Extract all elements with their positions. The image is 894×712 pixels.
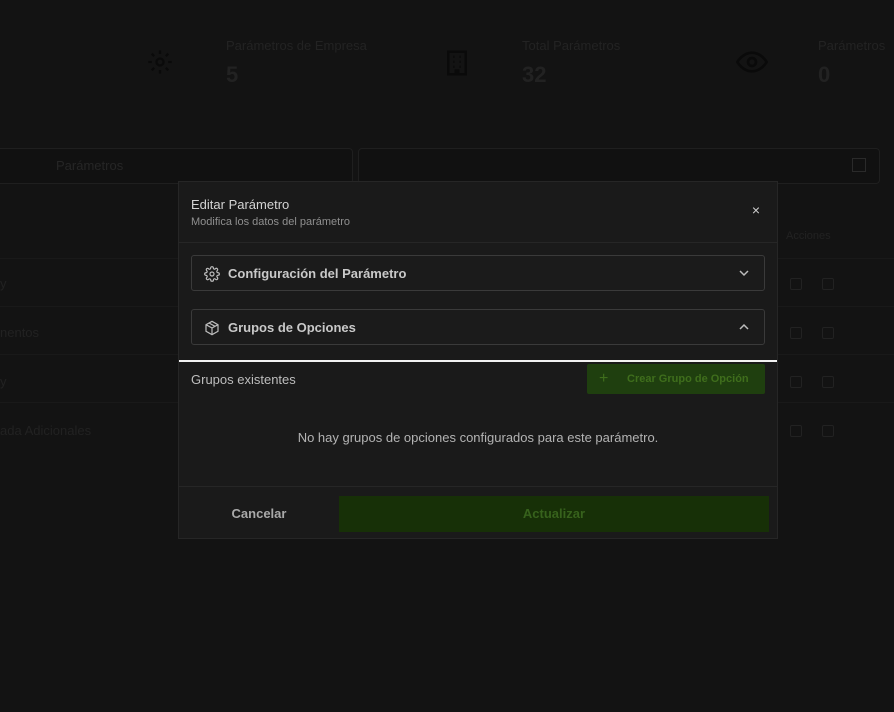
config-accordion[interactable]: Configuración del Parámetro	[191, 255, 765, 291]
stat-label: Parámetros de Empresa	[226, 38, 367, 53]
plus-icon: +	[599, 370, 609, 387]
footer-divider	[179, 486, 777, 487]
eye-icon	[736, 51, 768, 73]
search-input[interactable]	[0, 148, 353, 184]
calendar-icon	[852, 158, 866, 172]
stat-value: 5	[226, 62, 239, 87]
edit-icon[interactable]	[790, 376, 802, 388]
stat-label: Parámetros	[818, 38, 886, 53]
table-row-name: ada Adicionales	[0, 423, 92, 438]
delete-icon[interactable]	[822, 278, 834, 290]
edit-icon[interactable]	[790, 425, 802, 437]
focus-indicator	[179, 360, 777, 362]
modal-subtitle: Modifica los datos del parámetro	[191, 216, 350, 228]
stat-label: Total Parámetros	[522, 38, 621, 53]
table-row-name: nentos	[0, 325, 40, 340]
building-icon	[447, 50, 467, 76]
stat-value: 32	[522, 62, 547, 87]
cancel-button[interactable]: Cancelar	[191, 496, 327, 532]
header-divider	[179, 242, 777, 243]
delete-icon[interactable]	[822, 376, 834, 388]
stat-value: 0	[818, 62, 831, 87]
groups-accordion-label: Grupos de Opciones	[228, 320, 356, 335]
existing-groups-title: Grupos existentes	[191, 372, 296, 387]
search-placeholder: Parámetros	[56, 158, 124, 173]
groups-accordion[interactable]: Grupos de Opciones	[191, 309, 765, 345]
delete-icon[interactable]	[822, 425, 834, 437]
filter-select[interactable]	[358, 148, 880, 184]
gear-icon	[148, 50, 172, 74]
close-icon[interactable]: ×	[749, 203, 763, 217]
gear-icon	[204, 266, 220, 282]
edit-parameter-modal: Editar Parámetro Modifica los datos del …	[178, 181, 778, 539]
edit-icon[interactable]	[790, 327, 802, 339]
chevron-down-icon	[739, 270, 749, 277]
update-button[interactable]: Actualizar	[339, 496, 769, 532]
table-row-name: y	[0, 276, 7, 291]
empty-state-message: No hay grupos de opciones configurados p…	[297, 430, 659, 445]
table-row-name: y	[0, 374, 7, 389]
config-accordion-label: Configuración del Parámetro	[228, 266, 407, 281]
create-option-group-label: Crear Grupo de Opción	[627, 373, 749, 385]
chevron-up-icon	[739, 323, 749, 330]
delete-icon[interactable]	[822, 327, 834, 339]
modal-title: Editar Parámetro	[191, 197, 290, 212]
column-header: Acciones	[786, 230, 831, 242]
create-option-group-button[interactable]: + Crear Grupo de Opción	[587, 364, 765, 394]
edit-icon[interactable]	[790, 278, 802, 290]
package-icon	[205, 320, 219, 336]
